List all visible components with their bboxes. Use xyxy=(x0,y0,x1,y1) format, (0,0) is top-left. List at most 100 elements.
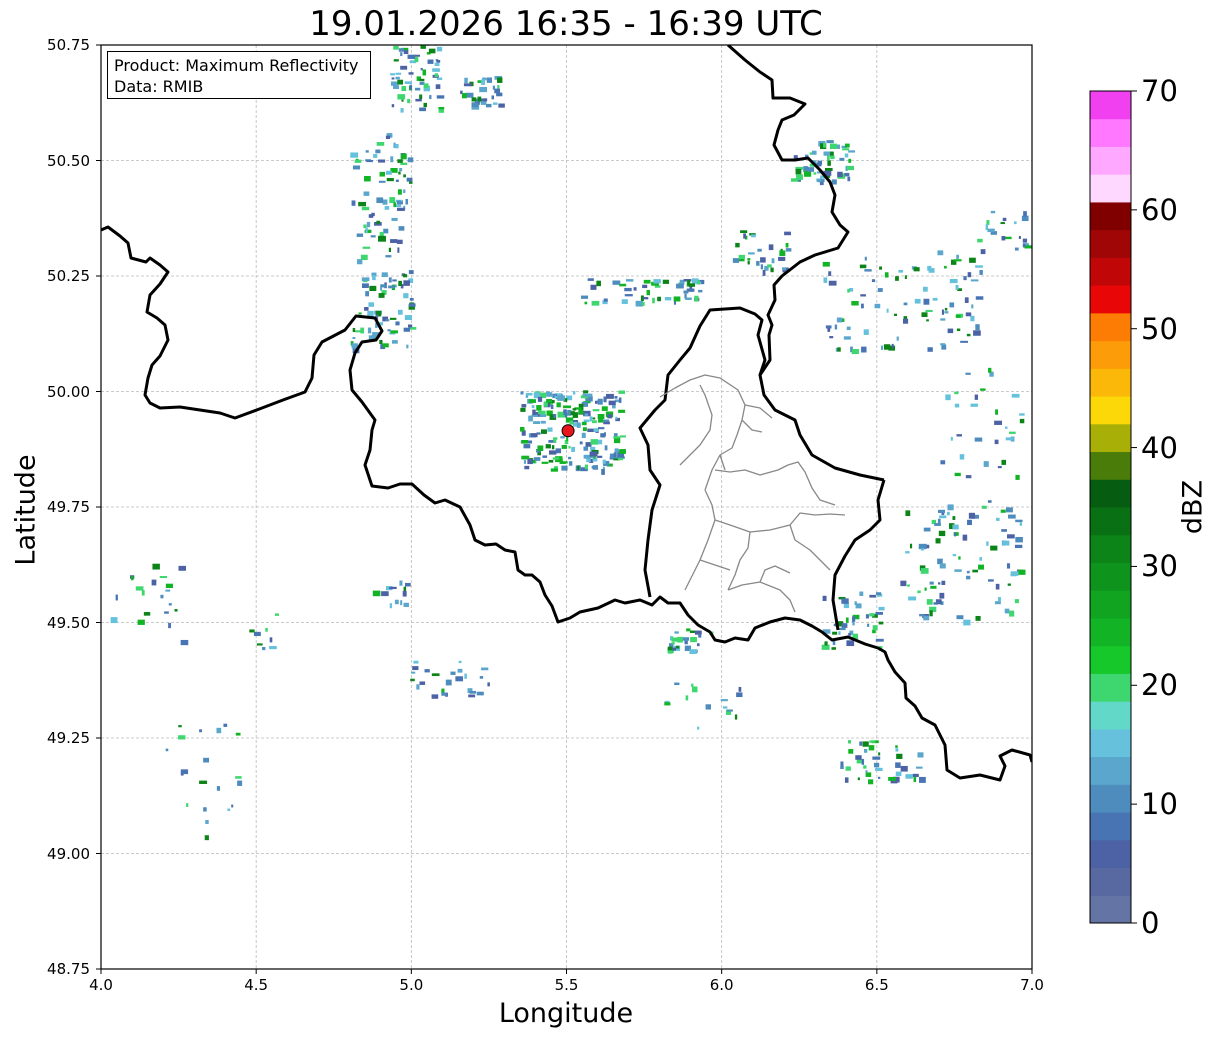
echo-cell xyxy=(538,410,546,415)
echo-cell xyxy=(995,583,1000,590)
echo-cell xyxy=(395,76,400,80)
echo-cell xyxy=(895,748,899,752)
echo-cell xyxy=(698,289,703,293)
echo-cell xyxy=(383,228,389,234)
echo-cell xyxy=(1015,474,1020,480)
echo-cell xyxy=(986,220,990,225)
echo-cell xyxy=(935,538,941,544)
echo-cell xyxy=(491,95,494,100)
echo-cell xyxy=(393,45,399,50)
echo-cell xyxy=(865,772,872,777)
echo-cell xyxy=(830,155,835,160)
echo-cell xyxy=(390,239,398,243)
echo-cell xyxy=(400,600,403,606)
echo-cell xyxy=(431,673,440,677)
echo-cell xyxy=(618,390,626,394)
echo-cell xyxy=(479,86,488,93)
echo-cell xyxy=(823,277,828,283)
colorbar-segment xyxy=(1090,673,1131,702)
echo-cell xyxy=(705,704,712,710)
echo-cell xyxy=(603,298,608,302)
colorbar-tick-label: 20 xyxy=(1141,668,1178,703)
colorbar-segment xyxy=(1090,174,1131,203)
echo-cell xyxy=(419,78,425,82)
echo-cell xyxy=(159,575,168,579)
echo-cell xyxy=(997,466,1002,469)
colorbar-segment xyxy=(1090,312,1131,342)
echo-cell xyxy=(767,264,772,268)
echo-cell xyxy=(778,256,786,261)
echo-cell xyxy=(877,288,883,292)
echo-cell xyxy=(524,465,530,470)
echo-cell xyxy=(378,180,386,183)
echo-cell xyxy=(927,347,933,352)
echo-cell xyxy=(720,699,728,702)
echo-cell xyxy=(1019,522,1023,526)
echo-cell xyxy=(355,330,362,333)
x-axis-label: Longitude xyxy=(498,998,634,1029)
echo-cell xyxy=(900,580,907,587)
echo-cell xyxy=(404,582,411,587)
echo-cell xyxy=(563,409,566,413)
echo-cell xyxy=(924,587,927,591)
echo-cell xyxy=(913,267,920,272)
echo-cell xyxy=(1005,426,1008,429)
echo-cell xyxy=(939,563,946,569)
echo-cell xyxy=(235,732,241,736)
x-tick-label: 5.5 xyxy=(554,976,579,994)
echo-cell xyxy=(878,752,881,756)
echo-cell xyxy=(1018,235,1021,239)
colorbar-segment xyxy=(1090,562,1131,591)
echo-cell xyxy=(223,723,228,727)
echo-cell xyxy=(379,339,383,345)
echo-cell xyxy=(455,676,464,682)
echo-cell xyxy=(365,227,368,234)
echo-cell xyxy=(533,421,541,424)
y-tick-label: 50.25 xyxy=(47,267,90,285)
echo-cell xyxy=(624,287,632,292)
echo-cell xyxy=(847,176,851,182)
echo-cell xyxy=(905,551,910,554)
echo-cell xyxy=(784,231,791,236)
echo-cell xyxy=(592,417,596,420)
echo-cell xyxy=(846,326,851,331)
echo-cell xyxy=(594,400,598,404)
echo-cell xyxy=(186,803,189,808)
echo-cell xyxy=(601,468,605,475)
echo-cell xyxy=(898,269,904,273)
echo-cell xyxy=(537,445,544,452)
echo-cell xyxy=(652,297,655,304)
echo-cell xyxy=(955,284,959,290)
echo-cell xyxy=(907,584,910,587)
echo-cell xyxy=(944,307,948,311)
echo-cell xyxy=(216,786,221,791)
echo-cell xyxy=(401,86,407,92)
echo-cell xyxy=(376,220,380,224)
echo-cell xyxy=(848,749,854,754)
echo-cell xyxy=(385,319,390,322)
echo-cell xyxy=(375,149,381,154)
echo-cell xyxy=(919,776,926,783)
echo-cell xyxy=(368,214,374,218)
x-tick-label: 6.0 xyxy=(709,976,734,994)
echo-cell xyxy=(996,517,1000,521)
echo-cell xyxy=(419,94,423,100)
echo-cell xyxy=(698,634,702,638)
colorbar-segment xyxy=(1090,867,1131,896)
echo-cell xyxy=(836,317,843,323)
echo-cell xyxy=(394,143,399,149)
echo-cell xyxy=(1018,569,1026,575)
echo-cell xyxy=(844,143,850,148)
echo-cell xyxy=(568,456,572,460)
echo-cell xyxy=(429,95,432,100)
echo-cell xyxy=(619,283,627,287)
colorbar-segment xyxy=(1090,340,1131,369)
echo-cell xyxy=(351,200,356,206)
echo-cell xyxy=(888,776,896,781)
echo-cell xyxy=(570,411,576,416)
echo-cell xyxy=(381,272,388,278)
echo-cell xyxy=(937,558,943,565)
echo-cell xyxy=(476,691,484,696)
echo-cell xyxy=(873,762,880,768)
echo-cell xyxy=(403,602,409,608)
